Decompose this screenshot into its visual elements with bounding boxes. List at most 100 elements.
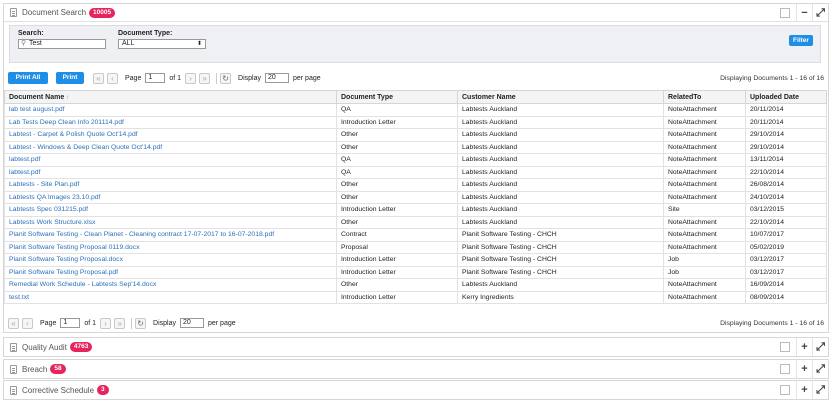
cell-document-name[interactable]: labtest.pdf: [4, 153, 337, 167]
cell-document-name[interactable]: Labtests Work Structure.xlsx: [4, 215, 337, 229]
cell-related-to: NoteAttachment: [663, 190, 746, 204]
cell-related-to: NoteAttachment: [663, 115, 746, 129]
cell-uploaded-date: 03/12/2017: [745, 265, 827, 279]
refresh-icon[interactable]: ↻: [220, 72, 232, 84]
corrective-schedule-panel[interactable]: Corrective Schedule 3 + ⤢: [3, 380, 829, 400]
column-header-customer-name[interactable]: Customer Name: [457, 90, 664, 104]
add-icon[interactable]: +: [796, 381, 812, 399]
cell-uploaded-date: 10/07/2017: [745, 228, 827, 242]
cell-document-name[interactable]: lab test august.pdf: [4, 103, 337, 117]
document-icon: [10, 8, 17, 17]
cell-uploaded-date: 20/11/2014: [745, 115, 827, 129]
cell-document-name[interactable]: Labtests QA Images 23.10.pdf: [4, 190, 337, 204]
cell-document-name[interactable]: Planit Software Testing Proposal.pdf: [4, 265, 337, 279]
panel-title: Document Search: [22, 8, 87, 17]
documents-table: Document Name ↑ Document Type Customer N…: [4, 90, 827, 304]
filter-button[interactable]: Filter: [789, 35, 813, 46]
pagination-bottom: « ‹ Page 1 of 1 › » ↻ Display 20 per pag…: [8, 317, 240, 329]
table-row[interactable]: labtest.pdf QA Labtests Auckland NoteAttach…: [4, 165, 827, 179]
cell-customer-name: Planit Software Testing - CHCH: [457, 253, 664, 267]
cell-related-to: NoteAttachment: [663, 228, 746, 242]
cell-related-to: NoteAttachment: [663, 278, 746, 292]
first-page-icon[interactable]: «: [93, 72, 104, 84]
table-row[interactable]: labtest.pdf QA Labtests Auckland NoteAttach…: [4, 153, 827, 167]
panel-checkbox[interactable]: [780, 342, 790, 352]
table-row[interactable]: Labtest - Windows & Deep Clean Quote Oct…: [4, 140, 827, 154]
search-input[interactable]: ⚲ Test: [18, 39, 106, 49]
page-size-input[interactable]: 20: [265, 73, 289, 83]
cell-document-name[interactable]: Labtests Spec 031215.pdf: [4, 203, 337, 217]
panel-checkbox[interactable]: [780, 7, 790, 18]
cell-document-type: QA: [336, 153, 458, 167]
prev-page-icon[interactable]: ‹: [107, 72, 118, 84]
cell-uploaded-date: 26/08/2014: [745, 178, 827, 192]
expand-icon[interactable]: ⤢: [812, 360, 828, 378]
search-filter-box: Search: ⚲ Test Document Type: ALL ⬍ Filt…: [9, 25, 821, 63]
expand-icon[interactable]: ⤢: [812, 3, 828, 22]
cell-customer-name: Labtests Auckland: [457, 128, 664, 142]
first-page-icon[interactable]: «: [8, 317, 19, 329]
next-page-icon[interactable]: ›: [185, 72, 197, 84]
table-row[interactable]: Labtest - Carpet & Polish Quote Oct'14.p…: [4, 128, 827, 142]
cell-document-name[interactable]: Labtests - Site Plan.pdf: [4, 178, 337, 192]
table-row[interactable]: Lab Tests Deep Clean Info 201114.pdf Intr…: [4, 115, 827, 129]
add-icon[interactable]: +: [796, 360, 812, 378]
table-row[interactable]: Planit Software Testing Proposal.docx Int…: [4, 253, 827, 267]
breach-panel[interactable]: Breach 58 + ⤢: [3, 359, 829, 379]
cell-document-type: Introduction Letter: [336, 290, 458, 304]
cell-document-name[interactable]: Planit Software Testing Proposal 0119.do…: [4, 240, 337, 254]
cell-customer-name: Labtests Auckland: [457, 140, 664, 154]
expand-icon[interactable]: ⤢: [812, 381, 828, 399]
cell-document-name[interactable]: Planit Software Testing Proposal.docx: [4, 253, 337, 267]
column-header-document-name[interactable]: Document Name ↑: [4, 90, 337, 104]
cell-uploaded-date: 03/12/2017: [745, 253, 827, 267]
document-type-label: Document Type:: [118, 30, 173, 37]
displaying-count-bottom: Displaying Documents 1 - 16 of 16: [720, 320, 824, 327]
panel-checkbox[interactable]: [780, 364, 790, 374]
table-row[interactable]: test.txt Introduction Letter Kerry Ingredi…: [4, 290, 827, 304]
cell-customer-name: Labtests Auckland: [457, 165, 664, 179]
page-number-input[interactable]: 1: [145, 73, 166, 83]
cell-uploaded-date: 03/12/2015: [745, 203, 827, 217]
table-row[interactable]: lab test august.pdf QA Labtests Auckland No…: [4, 103, 827, 117]
add-icon[interactable]: +: [796, 338, 812, 356]
minimize-icon[interactable]: −: [796, 3, 812, 22]
next-page-icon[interactable]: ›: [100, 317, 112, 329]
toolbar-separator: [216, 72, 218, 84]
cell-document-name[interactable]: test.txt: [4, 290, 337, 304]
table-row[interactable]: Planit Software Testing - Clean Planet -…: [4, 228, 827, 242]
column-header-related-to[interactable]: RelatedTo: [663, 90, 746, 104]
print-button[interactable]: Print: [56, 72, 84, 84]
page-size-input[interactable]: 20: [180, 318, 204, 328]
refresh-icon[interactable]: ↻: [135, 317, 147, 329]
table-row[interactable]: Labtests Spec 031215.pdf Introduction Let…: [4, 203, 827, 217]
column-header-uploaded-date[interactable]: Uploaded Date: [745, 90, 827, 104]
table-row[interactable]: Planit Software Testing Proposal 0119.do…: [4, 240, 827, 254]
cell-document-name[interactable]: Labtest - Carpet & Polish Quote Oct'14.p…: [4, 128, 337, 142]
column-header-document-type[interactable]: Document Type: [336, 90, 458, 104]
document-type-select[interactable]: ALL ⬍: [118, 39, 206, 49]
table-row[interactable]: Labtests - Site Plan.pdf Other Labtests Au…: [4, 178, 827, 192]
cell-document-type: Other: [336, 140, 458, 154]
prev-page-icon[interactable]: ‹: [22, 317, 33, 329]
table-row[interactable]: Planit Software Testing Proposal.pdf Intr…: [4, 265, 827, 279]
expand-icon[interactable]: ⤢: [812, 338, 828, 356]
cell-document-name[interactable]: labtest.pdf: [4, 165, 337, 179]
print-all-button[interactable]: Print All: [8, 72, 48, 84]
cell-document-name[interactable]: Labtest - Windows & Deep Clean Quote Oct…: [4, 140, 337, 154]
cell-document-name[interactable]: Lab Tests Deep Clean Info 201114.pdf: [4, 115, 337, 129]
cell-related-to: NoteAttachment: [663, 178, 746, 192]
table-row[interactable]: Labtests QA Images 23.10.pdf Other Labtest…: [4, 190, 827, 204]
cell-document-type: Other: [336, 128, 458, 142]
table-row[interactable]: Labtests Work Structure.xlsx Other Labtest…: [4, 215, 827, 229]
cell-document-name[interactable]: Planit Software Testing - Clean Planet -…: [4, 228, 337, 242]
table-row[interactable]: Remedial Work Schedule - Labtests Sep'14…: [4, 278, 827, 292]
page-number-input[interactable]: 1: [60, 318, 81, 328]
quality-audit-panel[interactable]: Quality Audit 4763 + ⤢: [3, 337, 829, 357]
cell-document-name[interactable]: Remedial Work Schedule - Labtests Sep'14…: [4, 278, 337, 292]
panel-checkbox[interactable]: [780, 385, 790, 395]
last-page-icon[interactable]: »: [114, 317, 126, 329]
search-icon: ⚲: [21, 40, 27, 47]
per-page-label: per page: [293, 74, 321, 82]
last-page-icon[interactable]: »: [199, 72, 211, 84]
